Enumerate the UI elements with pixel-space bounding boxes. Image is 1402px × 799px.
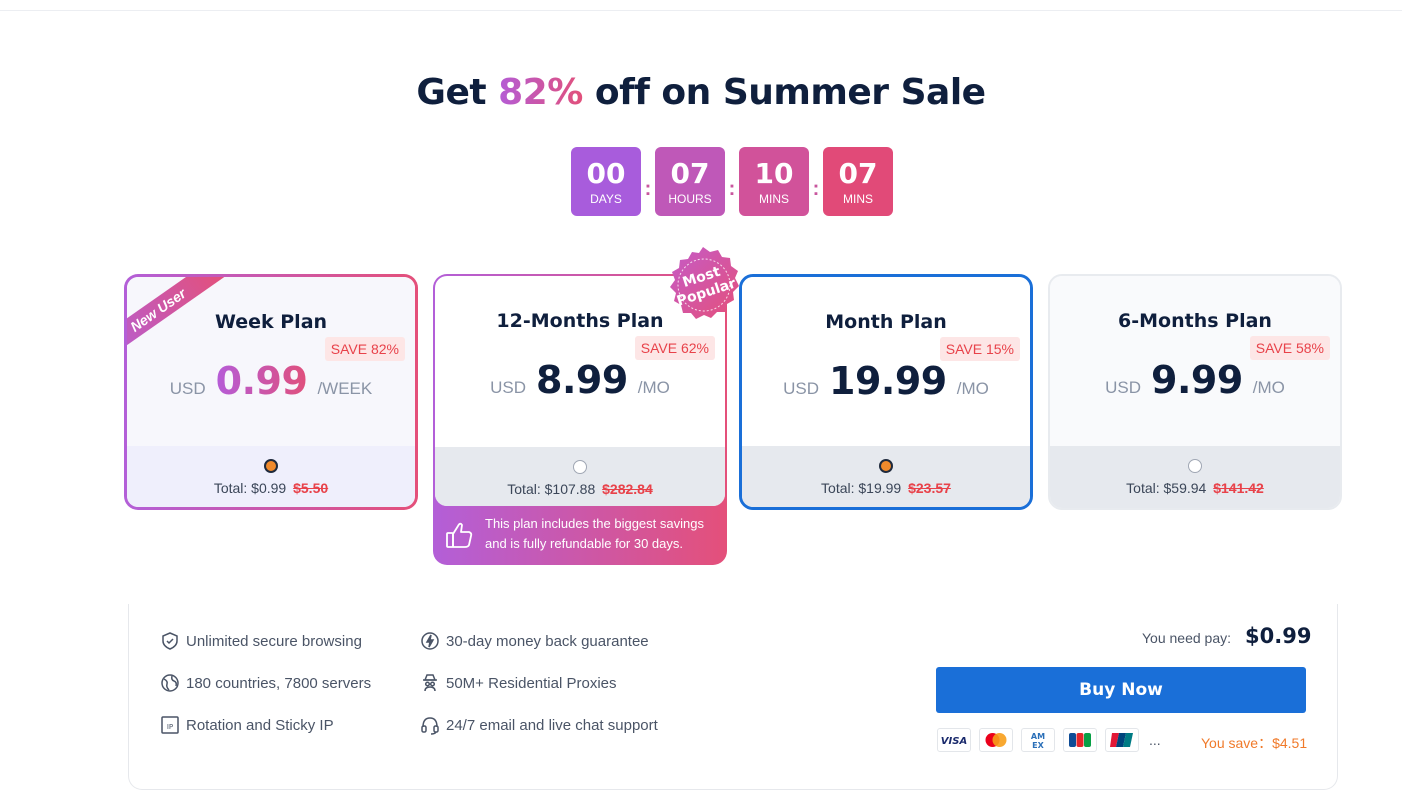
plan-total: Total: $0.99 $5.50 <box>213 480 329 496</box>
save-badge: SAVE 62% <box>634 336 715 360</box>
countdown-seconds: 07 MINS <box>823 147 893 216</box>
svg-text:IP: IP <box>167 723 173 731</box>
save-badge: SAVE 82% <box>324 337 405 361</box>
plan-radio[interactable] <box>573 460 587 474</box>
mastercard-icon <box>979 728 1013 752</box>
thumbs-up-icon <box>446 522 473 548</box>
feature-item: 24/7 email and live chat support <box>420 715 658 735</box>
price-value: 0.99 <box>215 359 308 403</box>
more-payment-methods[interactable]: ... <box>1149 732 1161 748</box>
ip-icon: IP <box>161 716 179 734</box>
you-save-text: You save：$4.51 <box>1201 735 1308 751</box>
title-discount: 82% <box>498 72 583 113</box>
shield-icon <box>162 632 178 650</box>
plan-name: 6-Months Plan <box>1118 310 1272 332</box>
countdown-separator: : <box>728 177 736 200</box>
svg-text:VISA: VISA <box>941 736 967 747</box>
visa-icon: VISA <box>937 728 971 752</box>
price-row: USD 9.99 /MO <box>1050 358 1340 402</box>
countdown-days: 00 DAYS <box>571 147 641 216</box>
top-divider <box>0 10 1402 11</box>
feature-item: IP Rotation and Sticky IP <box>160 715 334 735</box>
page-title: Get 82% off on Summer Sale <box>0 72 1402 113</box>
price-period: /WEEK <box>317 379 373 398</box>
globe-icon <box>161 674 179 692</box>
amex-icon: AM EX <box>1021 728 1055 752</box>
price-period: /MO <box>1252 378 1285 397</box>
plan-card-6-months[interactable]: 6-Months Plan SAVE 58% USD 9.99 /MO Tota… <box>1048 274 1342 510</box>
buy-now-button[interactable]: Buy Now <box>936 667 1306 713</box>
jcb-icon <box>1063 728 1097 752</box>
feature-item: Unlimited secure browsing <box>160 631 362 651</box>
most-popular-seal: Most Popular <box>670 247 739 319</box>
price-value: 19.99 <box>829 359 947 403</box>
svg-text:AM: AM <box>1031 732 1045 741</box>
pay-amount: $0.99 <box>1245 624 1312 648</box>
plan-radio[interactable] <box>879 459 893 473</box>
plan-total: Total: $107.88 $282.84 <box>507 481 653 497</box>
unionpay-icon <box>1105 728 1139 752</box>
price-row: USD 0.99 /WEEK <box>127 359 415 403</box>
save-badge: SAVE 58% <box>1249 336 1330 360</box>
price-value: 8.99 <box>536 358 628 402</box>
plan-note: This plan includes the biggest savings a… <box>433 514 727 564</box>
spy-icon <box>423 674 437 692</box>
save-badge: SAVE 15% <box>939 337 1020 361</box>
feature-item: 180 countries, 7800 servers <box>160 673 371 693</box>
countdown-minutes: 10 MINS <box>739 147 809 216</box>
plan-radio[interactable] <box>1188 459 1202 473</box>
title-suffix: off on Summer Sale <box>582 72 986 113</box>
countdown-timer: 00 DAYS : 07 HOURS : 10 MINS : 07 MINS <box>571 147 893 216</box>
price-currency: USD <box>490 378 527 397</box>
plan-card-week[interactable]: New User Week Plan SAVE 82% USD 0.99 /WE… <box>124 274 418 510</box>
countdown-hours: 07 HOURS <box>655 147 725 216</box>
feature-item: 30-day money back guarantee <box>420 631 649 651</box>
pay-label: You need pay: <box>1142 630 1232 646</box>
price-row: USD 19.99 /MO <box>742 359 1030 403</box>
price-currency: USD <box>783 379 820 398</box>
headset-icon <box>421 717 439 735</box>
lightning-icon <box>421 632 439 650</box>
title-prefix: Get <box>416 72 499 113</box>
price-currency: USD <box>1105 378 1142 397</box>
countdown-separator: : <box>644 177 652 200</box>
plan-total: Total: $19.99 $23.57 <box>821 480 951 496</box>
price-period: /MO <box>956 379 989 398</box>
countdown-separator: : <box>812 177 820 200</box>
svg-text:EX: EX <box>1032 741 1044 750</box>
price-period: /MO <box>637 378 670 397</box>
plan-radio[interactable] <box>264 459 278 473</box>
plan-total: Total: $59.94 $141.42 <box>1126 480 1264 496</box>
payment-methods: VISA AM EX ... <box>937 728 1161 752</box>
plan-name: Week Plan <box>214 311 328 333</box>
feature-item: 50M+ Residential Proxies <box>420 673 617 693</box>
price-row: USD 8.99 /MO <box>435 358 725 402</box>
price-value: 9.99 <box>1151 358 1243 402</box>
price-currency: USD <box>169 379 206 398</box>
plan-name: Month Plan <box>825 311 947 333</box>
plan-card-month[interactable]: Month Plan SAVE 15% USD 19.99 /MO Total:… <box>739 274 1033 510</box>
